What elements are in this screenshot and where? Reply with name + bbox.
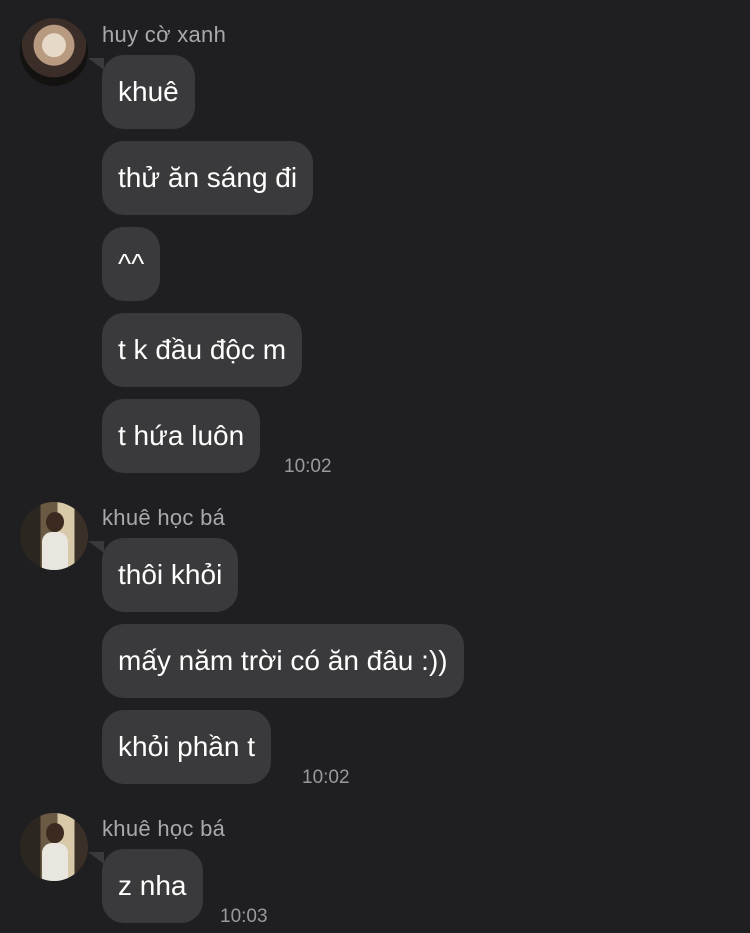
avatar[interactable] — [20, 813, 88, 881]
avatar-head-shape — [46, 823, 64, 843]
message-timestamp: 10:02 — [302, 767, 350, 788]
sender-name: huy cờ xanh — [102, 22, 227, 47]
message-bubble[interactable]: t hứa luôn — [102, 399, 261, 473]
avatar[interactable] — [20, 502, 88, 570]
message-bubble[interactable]: thử ăn sáng đi — [102, 141, 314, 215]
message-bubble[interactable]: thôi khỏi — [102, 538, 239, 612]
message-timestamp: 10:02 — [284, 456, 332, 477]
sender-name: khuê học bá — [102, 505, 226, 530]
avatar-body-shape — [42, 532, 68, 570]
message-timestamp: 10:03 — [220, 906, 268, 927]
bubble-tail — [88, 58, 104, 70]
sender-name: khuê học bá — [102, 816, 226, 841]
avatar[interactable] — [20, 18, 88, 86]
message-bubble[interactable]: khỏi phần t — [102, 710, 271, 784]
message-bubble[interactable]: t k đầu độc m — [102, 313, 303, 387]
avatar-head-shape — [46, 512, 64, 532]
avatar-body-shape — [42, 843, 68, 881]
bubble-tail — [88, 541, 104, 553]
message-bubble[interactable]: khuê — [102, 55, 195, 129]
bubble-tail — [88, 852, 104, 864]
message-bubble[interactable]: z nha — [102, 849, 203, 923]
message-bubble[interactable]: ^^ — [102, 227, 161, 301]
message-bubble[interactable]: mấy năm trời có ăn đâu :)) — [102, 624, 464, 698]
